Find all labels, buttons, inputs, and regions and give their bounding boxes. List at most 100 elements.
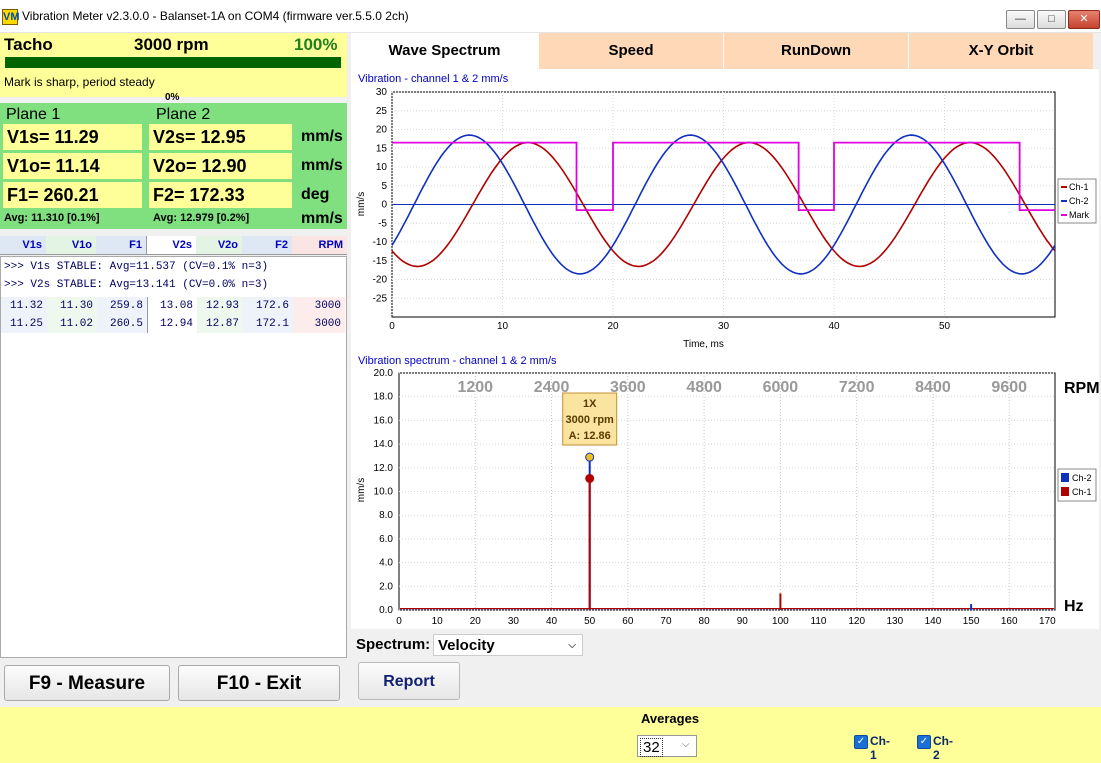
- y-tick-label: 20.0: [374, 368, 394, 379]
- y-tick-label: 18.0: [374, 392, 394, 403]
- col-v2o: V2o: [196, 236, 242, 254]
- y-tick-label: 15: [376, 143, 388, 154]
- v1o-value: V1o= 11.14: [3, 153, 142, 179]
- col-f1: F1: [96, 236, 146, 254]
- x-tick-label: 50: [939, 321, 951, 332]
- v1s-value: V1s= 11.29: [3, 124, 142, 150]
- cell-rpm: 3000: [293, 315, 345, 333]
- col-v1o: V1o: [46, 236, 96, 254]
- x-tick-label: 10: [432, 616, 444, 627]
- x-tick-label: 100: [772, 616, 789, 627]
- plane1-title: Plane 1: [6, 106, 61, 123]
- x-tick-label: 70: [660, 616, 672, 627]
- x-tick-label: 30: [718, 321, 730, 332]
- legend-label: Ch-1: [1072, 487, 1092, 497]
- v2o-value: V2o= 12.90: [149, 153, 292, 179]
- cell-f1: 260.5: [97, 315, 147, 333]
- legend-label: Mark: [1069, 210, 1089, 220]
- spectrum-chart[interactable]: 20.0 18.0 16.0 14.0 12.0 10.0 8.0 6.0 4.0 2.0 0.00…: [351, 365, 1099, 633]
- y-tick-label: 0: [381, 200, 387, 211]
- v2s-value: V2s= 12.95: [149, 124, 292, 150]
- cell-f1: 259.8: [97, 297, 147, 315]
- y-tick-label: -5: [378, 218, 387, 229]
- cell-v1s: 11.25: [1, 315, 47, 333]
- rpm-tick-label: 7200: [839, 379, 875, 396]
- x-tick-label: 0: [396, 616, 402, 627]
- rpm-tick-label: 4800: [686, 379, 722, 396]
- y-tick-label: 16.0: [374, 415, 394, 426]
- cell-rpm: 3000: [293, 297, 345, 315]
- wave-chart[interactable]: 302520151050-5-10-15-20-250 10 20 30 40 50Tim…: [351, 69, 1099, 351]
- col-rpm: RPM: [292, 236, 347, 254]
- tab-speed[interactable]: Speed: [538, 33, 723, 69]
- close-icon: ✕: [1079, 13, 1089, 25]
- x-tick-label: 30: [508, 616, 520, 627]
- rpm-tick-label: 1200: [457, 379, 493, 396]
- tacho-panel: Tacho 3000 rpm 100% Mark is sharp, perio…: [0, 33, 347, 97]
- signal-bar-label: 0%: [165, 92, 180, 103]
- annotation-line: A: 12.86: [569, 430, 611, 442]
- plane1-avg: Avg: 11.310 [0.1%]: [4, 212, 100, 224]
- spectrum-select[interactable]: Velocity ⌵: [433, 634, 583, 656]
- results-table-header: V1s V1o F1 V2s V2o F2 RPM: [0, 236, 347, 255]
- log-line: >>> V2s STABLE: Avg=13.141 (CV=0.0% n=3): [4, 279, 269, 291]
- plot-frame: [398, 372, 1056, 611]
- checkmark-icon: ✓: [917, 735, 931, 749]
- cell-v2s: 13.08: [147, 297, 197, 315]
- peak-marker: [585, 473, 595, 483]
- report-button[interactable]: Report: [358, 662, 460, 700]
- chevron-down-icon: ⌵: [568, 640, 576, 651]
- y-tick-label: -25: [373, 293, 388, 304]
- x-tick-label: 160: [1001, 616, 1018, 627]
- cell-v2o: 12.87: [197, 315, 243, 333]
- y-tick-label: -15: [373, 256, 388, 267]
- averages-select[interactable]: 32 ⌵: [637, 735, 697, 757]
- app-icon: VM: [2, 9, 20, 25]
- legend-label: Ch-2: [1072, 473, 1092, 483]
- tab-rundown[interactable]: RunDown: [723, 33, 908, 69]
- rpm-axis-label: RPM: [1064, 380, 1099, 397]
- tacho-status: Mark is sharp, period steady: [4, 75, 155, 89]
- x-tick-label: 120: [848, 616, 865, 627]
- averages-label: Averages: [641, 711, 700, 726]
- legend-swatch: [1061, 487, 1069, 496]
- cell-v1o: 11.02: [47, 315, 97, 333]
- ch1-label: Ch-1: [870, 734, 890, 762]
- x-tick-label: 170: [1039, 616, 1056, 627]
- close-button[interactable]: ✕: [1068, 10, 1100, 29]
- y-tick-label: -20: [373, 275, 388, 286]
- x-tick-label: 40: [828, 321, 840, 332]
- title-bar: VM Vibration Meter v2.3.0.0 - Balanset-1…: [0, 0, 1101, 33]
- measure-button[interactable]: F9 - Measure: [4, 665, 170, 701]
- x-tick-label: 110: [811, 616, 827, 627]
- minimize-button[interactable]: —: [1006, 10, 1035, 29]
- rpm-tick-label: 8400: [915, 379, 951, 396]
- x-tick-label: 20: [607, 321, 619, 332]
- x-tick-label: 10: [497, 321, 509, 332]
- y-axis-label: mm/s: [356, 478, 367, 502]
- x-axis-label: Hz: [1064, 598, 1084, 615]
- plane2-title: Plane 2: [156, 106, 211, 123]
- rpm-tick-label: 6000: [763, 379, 799, 396]
- y-tick-label: 10.0: [374, 487, 394, 498]
- maximize-button[interactable]: □: [1037, 10, 1066, 29]
- unit-vs: mm/s: [301, 128, 343, 145]
- cell-f2: 172.6: [243, 297, 293, 315]
- x-tick-label: 130: [886, 616, 903, 627]
- tab-xy-orbit[interactable]: X-Y Orbit: [908, 33, 1093, 69]
- col-f2: F2: [242, 236, 292, 254]
- exit-button[interactable]: F10 - Exit: [178, 665, 340, 701]
- y-tick-label: 6.0: [379, 534, 393, 545]
- cell-v2o: 12.93: [197, 297, 243, 315]
- legend-label: Ch-2: [1069, 196, 1089, 206]
- x-tick-label: 50: [584, 616, 596, 627]
- f1-value: F1= 260.21: [3, 182, 142, 208]
- bottom-bar: Averages 32 ⌵ ✓ Ch-1 ✓ Ch-2: [0, 707, 1101, 763]
- tab-wave-spectrum[interactable]: Wave Spectrum: [351, 33, 538, 69]
- spectrum-label: Spectrum:: [356, 636, 431, 653]
- unit-vo: mm/s: [301, 157, 343, 174]
- y-tick-label: 5: [381, 181, 387, 192]
- f2-value: F2= 172.33: [149, 182, 292, 208]
- y-tick-label: 2.0: [379, 581, 393, 592]
- annotation-line: 1X: [583, 398, 597, 410]
